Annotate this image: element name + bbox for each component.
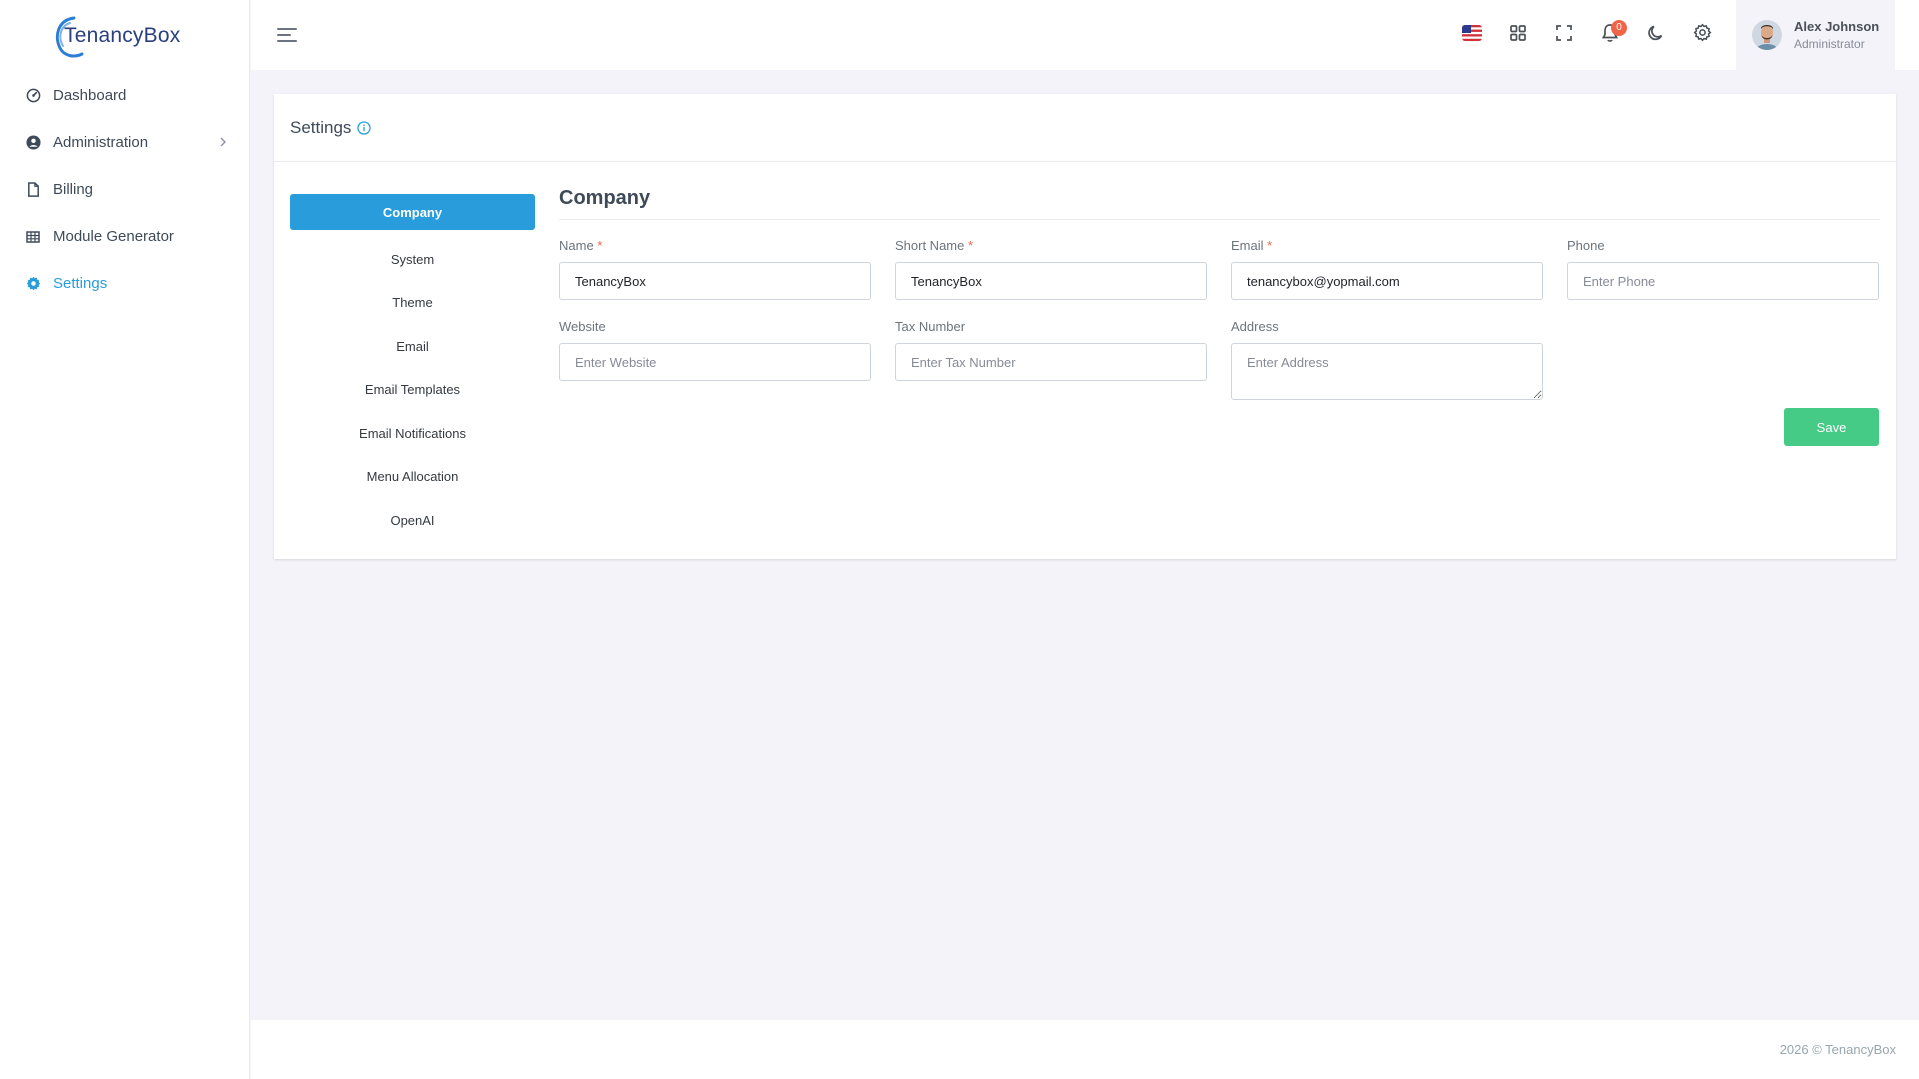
sidebar-item-label: Dashboard	[53, 87, 127, 104]
hamburger-line	[277, 40, 297, 42]
tax-number-field-group: Tax Number	[895, 319, 1207, 381]
apps-button[interactable]	[1495, 12, 1541, 58]
table-grid-icon	[25, 229, 41, 245]
dark-mode-toggle[interactable]	[1633, 12, 1679, 58]
field-label: Name *	[559, 238, 871, 253]
topbar-actions: 0	[1449, 0, 1725, 70]
fullscreen-icon	[1555, 24, 1573, 47]
brand-logo[interactable]: TenancyBox	[0, 0, 249, 72]
dashboard-gauge-icon	[25, 88, 41, 104]
save-button[interactable]: Save	[1784, 408, 1879, 446]
field-label: Short Name *	[895, 238, 1207, 253]
settings-button[interactable]	[1679, 12, 1725, 58]
copyright-text: 2026 © TenancyBox	[1779, 1042, 1896, 1057]
tab-menu-allocation[interactable]: Menu Allocation	[290, 455, 535, 499]
tab-email-notifications[interactable]: Email Notifications	[290, 412, 535, 456]
gear-icon	[25, 276, 41, 292]
required-marker: *	[1267, 238, 1273, 253]
logo-swoosh-icon	[52, 14, 84, 58]
tab-company[interactable]: Company	[290, 194, 535, 230]
sidebar: TenancyBox Dashboard Administration Bill…	[0, 0, 250, 1079]
user-name: Alex Johnson	[1794, 19, 1880, 34]
phone-field-group: Phone	[1567, 238, 1879, 300]
menu-toggle-button[interactable]	[277, 25, 301, 45]
sidebar-item-label: Administration	[53, 134, 149, 151]
name-input[interactable]	[559, 262, 871, 300]
card-header: Settings	[274, 94, 1896, 162]
user-circle-icon	[25, 135, 41, 151]
phone-input[interactable]	[1567, 262, 1879, 300]
info-icon[interactable]	[357, 120, 372, 135]
settings-tabs: Company System Theme Email Email Templat…	[290, 194, 535, 542]
user-role: Administrator	[1794, 37, 1865, 51]
short-name-input[interactable]	[895, 262, 1207, 300]
company-panel: Company Name * Short Name * Email * Phon…	[559, 186, 1880, 446]
user-menu[interactable]: Alex Johnson Administrator	[1736, 0, 1895, 70]
tab-openai[interactable]: OpenAI	[290, 499, 535, 543]
settings-card: Settings Company System Theme Email Emai…	[274, 94, 1896, 559]
required-marker: *	[597, 238, 603, 253]
sidebar-item-billing[interactable]: Billing	[0, 166, 249, 213]
panel-title: Company	[559, 186, 1880, 220]
sidebar-item-settings[interactable]: Settings	[0, 260, 249, 307]
tax-number-input[interactable]	[895, 343, 1207, 381]
notification-count-badge: 0	[1611, 20, 1627, 36]
sidebar-item-module-generator[interactable]: Module Generator	[0, 213, 249, 260]
field-label: Phone	[1567, 238, 1605, 253]
tab-theme[interactable]: Theme	[290, 281, 535, 325]
sidebar-item-label: Module Generator	[53, 228, 174, 245]
sidebar-item-administration[interactable]: Administration	[0, 119, 249, 166]
label-text: Email	[1231, 238, 1264, 253]
sidebar-nav: Dashboard Administration Billing Module …	[0, 72, 249, 307]
hamburger-line	[277, 28, 297, 30]
chevron-right-icon	[219, 135, 227, 150]
notifications-button[interactable]: 0	[1587, 12, 1633, 58]
label-text: Name	[559, 238, 594, 253]
required-marker: *	[968, 238, 974, 253]
field-label: Email *	[1231, 238, 1543, 253]
fullscreen-button[interactable]	[1541, 12, 1587, 58]
language-button[interactable]	[1449, 12, 1495, 58]
field-label: Address	[1231, 319, 1279, 334]
email-field-group: Email *	[1231, 238, 1543, 300]
tab-system[interactable]: System	[290, 238, 535, 282]
website-input[interactable]	[559, 343, 871, 381]
short-name-field-group: Short Name *	[895, 238, 1207, 300]
address-textarea[interactable]	[1231, 343, 1543, 400]
sidebar-item-label: Billing	[53, 181, 94, 198]
user-info: Alex Johnson Administrator	[1794, 19, 1879, 51]
tab-email[interactable]: Email	[290, 325, 535, 369]
file-icon	[25, 182, 41, 198]
field-label: Tax Number	[895, 319, 966, 334]
gear-icon	[1693, 23, 1712, 47]
sidebar-item-label: Settings	[53, 275, 108, 292]
us-flag-icon	[1462, 24, 1482, 46]
sidebar-item-dashboard[interactable]: Dashboard	[0, 72, 249, 119]
topbar: 0 Alex Johnson Administrator	[251, 0, 1919, 70]
hamburger-line	[277, 34, 291, 36]
page-title: Settings	[290, 117, 352, 137]
apps-grid-icon	[1509, 24, 1527, 47]
label-text: Short Name	[895, 238, 965, 253]
moon-icon	[1647, 24, 1665, 47]
field-label: Website	[559, 319, 606, 334]
name-field-group: Name *	[559, 238, 871, 300]
website-field-group: Website	[559, 319, 871, 381]
avatar	[1752, 20, 1782, 50]
email-input[interactable]	[1231, 262, 1543, 300]
address-field-group: Address	[1231, 319, 1543, 405]
tab-email-templates[interactable]: Email Templates	[290, 368, 535, 412]
footer: 2026 © TenancyBox	[251, 1020, 1919, 1079]
